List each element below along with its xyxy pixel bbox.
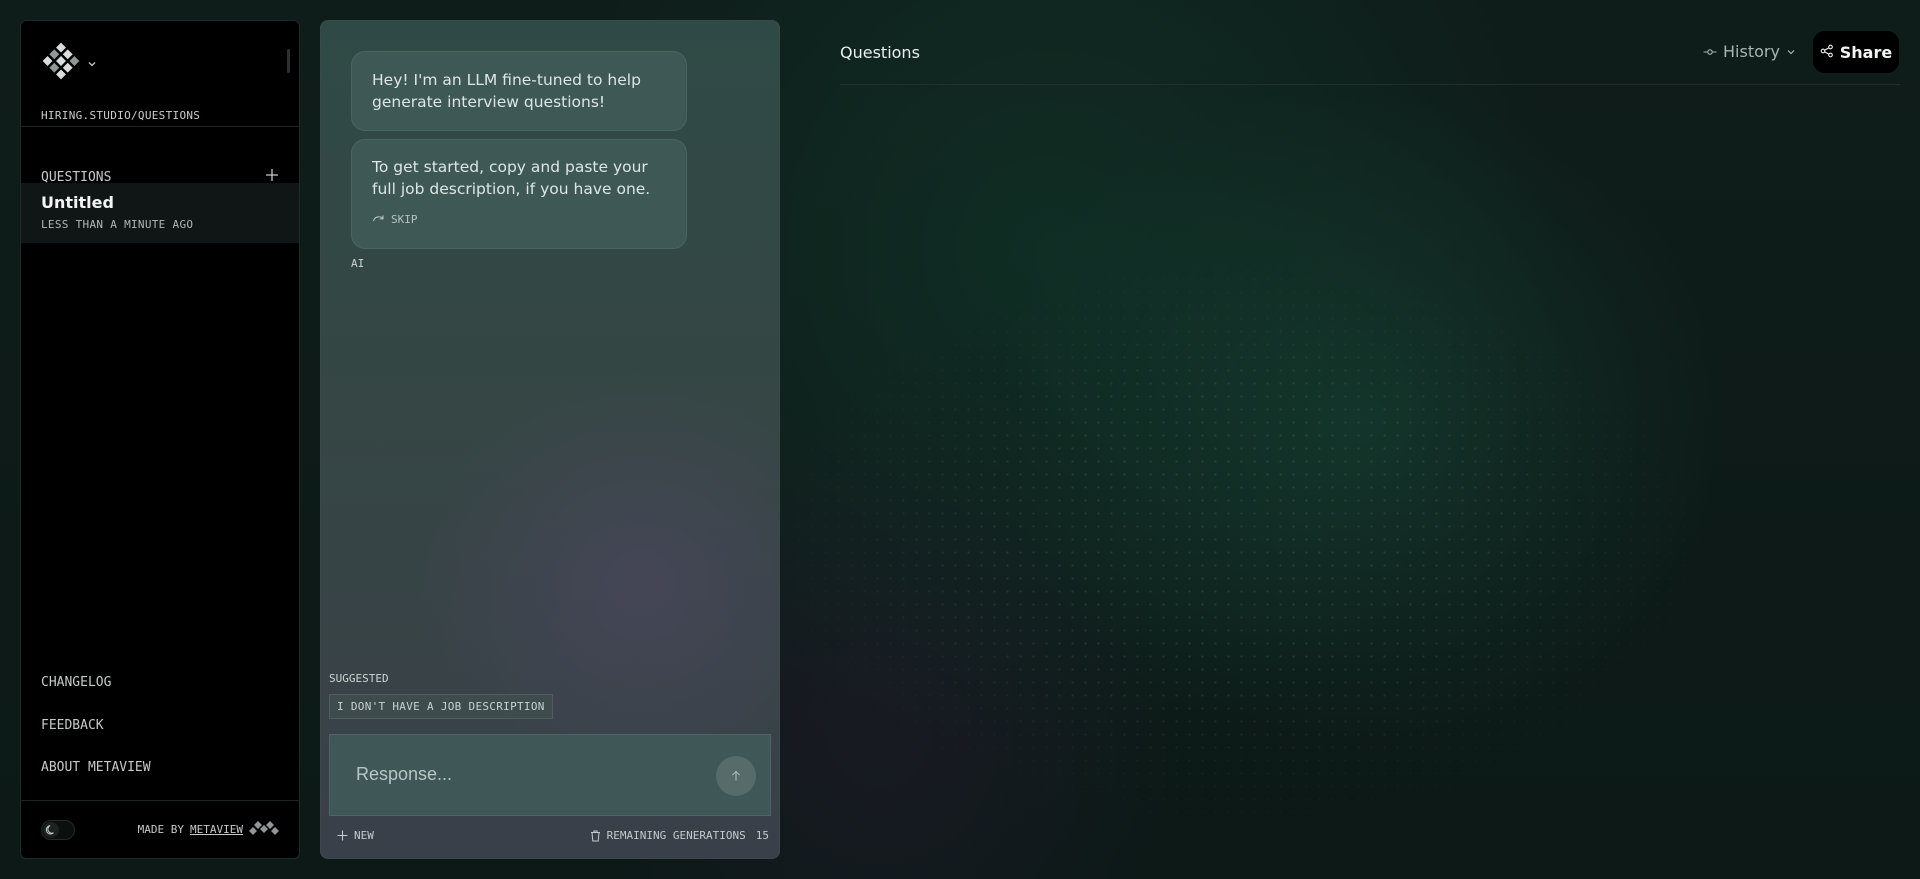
metaview-logo-icon bbox=[249, 819, 279, 840]
about-metaview-link[interactable]: ABOUT METAVIEW bbox=[41, 760, 151, 775]
scrollbar[interactable] bbox=[287, 49, 290, 73]
share-button[interactable]: Share bbox=[1813, 31, 1899, 73]
ai-message: Hey! I'm an LLM fine-tuned to help gener… bbox=[351, 51, 687, 131]
chevron-down-icon bbox=[87, 54, 97, 73]
header-divider bbox=[840, 84, 1900, 85]
history-button[interactable]: History bbox=[1703, 42, 1796, 61]
made-by: MADE BY METAVIEW bbox=[138, 819, 279, 840]
message-text: Hey! I'm an LLM fine-tuned to help gener… bbox=[372, 71, 641, 111]
sidebar: HIRING.STUDIO/QUESTIONS QUESTIONS Untitl… bbox=[20, 20, 300, 859]
theme-toggle[interactable] bbox=[41, 819, 75, 840]
question-timestamp: LESS THAN A MINUTE AGO bbox=[41, 218, 194, 231]
plus-icon bbox=[337, 830, 348, 841]
question-title: Untitled bbox=[41, 193, 114, 212]
question-list-item[interactable]: Untitled LESS THAN A MINUTE AGO bbox=[21, 183, 299, 243]
remaining-generations: REMAINING GENERATIONS 15 bbox=[590, 829, 769, 842]
logo-menu[interactable] bbox=[41, 41, 97, 85]
made-by-label: MADE BY bbox=[137, 823, 185, 836]
redo-arrow-icon bbox=[372, 209, 386, 231]
share-label: Share bbox=[1839, 42, 1893, 62]
changelog-link[interactable]: CHANGELOG bbox=[41, 675, 111, 690]
message-text: To get started, copy and paste your full… bbox=[372, 158, 651, 198]
breadcrumb: HIRING.STUDIO/QUESTIONS bbox=[41, 109, 201, 122]
suggestion-chip[interactable]: I DON'T HAVE A JOB DESCRIPTION bbox=[329, 694, 553, 719]
metaview-link[interactable]: METAVIEW bbox=[190, 823, 243, 836]
plus-icon bbox=[266, 169, 278, 181]
remaining-label: REMAINING GENERATIONS bbox=[606, 829, 746, 842]
divider bbox=[21, 800, 299, 801]
suggested-label: SUGGESTED bbox=[329, 672, 389, 685]
new-label: NEW bbox=[354, 829, 374, 842]
chevron-down-icon bbox=[1786, 42, 1796, 61]
send-button[interactable] bbox=[716, 756, 756, 796]
dot-grid-pattern bbox=[780, 260, 1700, 820]
arrow-up-icon bbox=[732, 770, 740, 781]
ai-message: To get started, copy and paste your full… bbox=[351, 139, 687, 249]
share-icon bbox=[1820, 43, 1834, 62]
diamond-grid-logo-icon bbox=[41, 41, 81, 85]
sender-label: AI bbox=[351, 257, 365, 270]
remaining-count: 15 bbox=[755, 829, 769, 842]
feedback-link[interactable]: FEEDBACK bbox=[41, 718, 104, 733]
commit-icon bbox=[1703, 42, 1717, 61]
skip-button[interactable]: SKIP bbox=[372, 209, 666, 231]
sidebar-footer: MADE BY METAVIEW bbox=[41, 819, 279, 840]
moon-icon bbox=[43, 821, 59, 838]
chat-panel: Hey! I'm an LLM fine-tuned to help gener… bbox=[320, 20, 780, 859]
page-title: Questions bbox=[840, 43, 920, 62]
chat-footer: NEW REMAINING GENERATIONS 15 bbox=[337, 829, 769, 842]
divider bbox=[21, 126, 299, 127]
response-input-box bbox=[329, 734, 771, 816]
trash-icon bbox=[590, 830, 600, 841]
skip-label: SKIP bbox=[391, 213, 418, 226]
new-chat-button[interactable]: NEW bbox=[337, 829, 374, 842]
history-label: History bbox=[1723, 42, 1780, 61]
response-input[interactable] bbox=[354, 763, 698, 786]
